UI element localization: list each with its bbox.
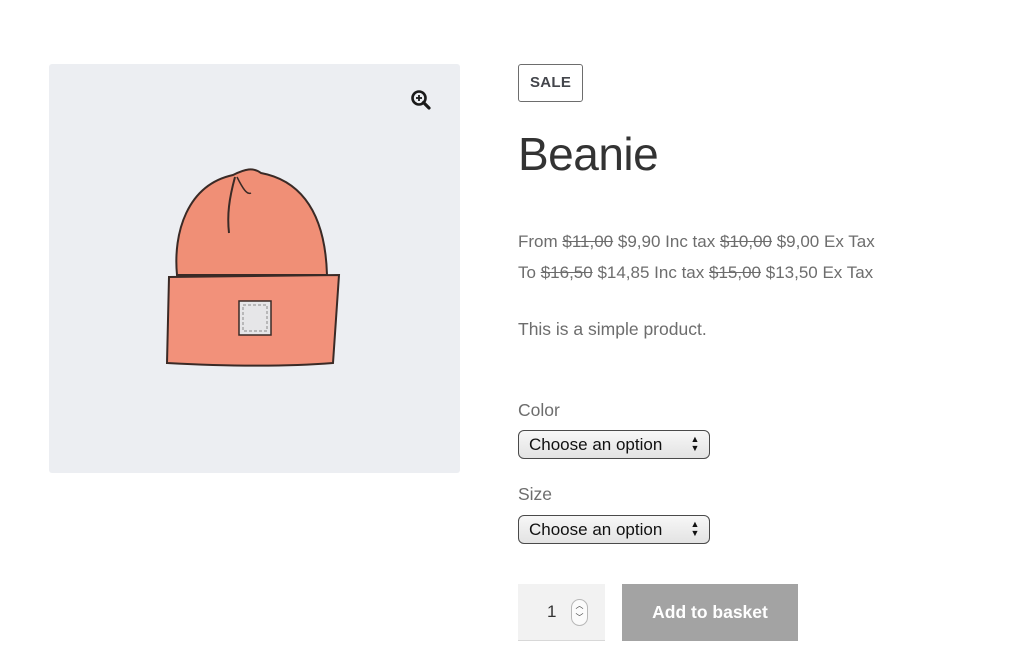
decrement-arrow-icon[interactable]: ﹀ <box>572 612 587 624</box>
color-select-value: Choose an option <box>529 435 663 454</box>
up-down-arrows-icon: ▲ ▼ <box>690 519 700 538</box>
product-short-description: This is a simple product. <box>518 319 707 339</box>
increment-arrow-icon[interactable]: ︿ <box>572 600 587 612</box>
quantity-input[interactable]: 1 ︿ ﹀ <box>518 584 605 641</box>
size-select-value: Choose an option <box>529 520 663 539</box>
sale-price-ex: $13,50 <box>765 263 818 282</box>
product-image-gallery[interactable] <box>49 64 460 473</box>
sale-price-inc: $14,85 <box>597 263 650 282</box>
price-range: From $11,00 $9,90 Inc tax $10,00 $9,00 E… <box>518 226 978 288</box>
zoom-icon[interactable] <box>402 84 440 116</box>
price-prefix: To <box>518 263 536 282</box>
quantity-value: 1 <box>547 602 557 621</box>
beanie-image <box>165 168 341 367</box>
sale-price-inc: $9,90 <box>617 232 661 251</box>
price-to-line: To $16,50 $14,85 Inc tax $15,00 $13,50 E… <box>518 257 978 288</box>
price-prefix: From <box>518 232 558 251</box>
magnifier-zoom-icon <box>411 90 431 110</box>
regular-price-ex: $15,00 <box>709 263 761 282</box>
quantity-spinner-icon[interactable]: ︿ ﹀ <box>571 599 588 626</box>
ex-tax-suffix: Ex Tax <box>824 232 875 251</box>
ex-tax-suffix: Ex Tax <box>822 263 874 282</box>
color-label: Color <box>518 400 560 420</box>
size-label: Size <box>518 484 553 504</box>
regular-price-inc: $16,50 <box>540 263 593 282</box>
product-summary: SALE Beanie From $11,00 $9,90 Inc tax $1… <box>518 64 978 343</box>
price-from-line: From $11,00 $9,90 Inc tax $10,00 $9,00 E… <box>518 226 978 257</box>
regular-price-inc: $11,00 <box>562 232 614 251</box>
size-select[interactable]: Choose an option ▲ ▼ <box>518 515 710 544</box>
inc-tax-suffix: Inc tax <box>654 263 705 282</box>
inc-tax-suffix: Inc tax <box>665 232 716 251</box>
up-down-arrows-icon: ▲ ▼ <box>690 434 700 453</box>
regular-price-ex: $10,00 <box>719 232 772 251</box>
add-to-basket-button[interactable]: Add to basket <box>622 584 798 641</box>
sale-price-ex: $9,00 <box>776 232 820 251</box>
color-select[interactable]: Choose an option ▲ ▼ <box>518 430 710 459</box>
product-title: Beanie <box>518 128 659 180</box>
sale-badge: SALE <box>518 64 584 102</box>
